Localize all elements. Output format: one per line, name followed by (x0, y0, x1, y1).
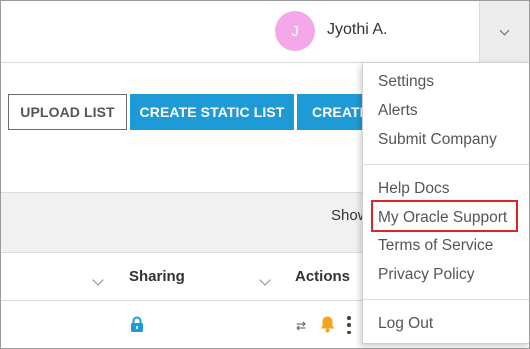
create-static-list-button[interactable]: CREATE STATIC LIST (130, 94, 294, 130)
chevron-down-icon (499, 25, 510, 36)
menu-item-submit-company[interactable]: Submit Company (378, 131, 497, 149)
app-frame: J Jyothi A. UPLOAD LIST CREATE STATIC LI… (0, 0, 530, 349)
column-header-actions: Actions (295, 268, 351, 285)
user-name[interactable]: Jyothi A. (327, 21, 387, 39)
menu-item-settings[interactable]: Settings (378, 73, 434, 91)
create-button[interactable]: CREATE (297, 94, 367, 130)
avatar[interactable]: J (275, 11, 315, 51)
menu-divider (363, 164, 529, 165)
menu-item-terms-of-service[interactable]: Terms of Service (378, 237, 493, 255)
top-bar: J Jyothi A. (1, 1, 529, 63)
upload-list-button[interactable]: UPLOAD LIST (8, 94, 127, 130)
menu-divider (363, 299, 529, 300)
bell-icon[interactable] (319, 315, 336, 338)
lock-icon (130, 316, 144, 338)
user-menu-toggle[interactable] (479, 1, 529, 63)
sharing-sort-toggle[interactable] (259, 271, 271, 289)
chevron-down-icon (92, 274, 104, 286)
menu-item-log-out[interactable]: Log Out (378, 315, 433, 333)
swap-icon[interactable]: ⇄ (296, 319, 306, 333)
column-sort-toggle[interactable] (92, 271, 104, 289)
menu-item-alerts[interactable]: Alerts (378, 102, 418, 120)
chevron-down-icon (259, 274, 271, 286)
column-header-sharing[interactable]: Sharing (129, 268, 185, 285)
menu-item-privacy-policy[interactable]: Privacy Policy (378, 266, 474, 284)
menu-item-help-docs[interactable]: Help Docs (378, 180, 450, 198)
highlight-box (371, 200, 518, 232)
kebab-icon[interactable] (346, 316, 352, 334)
